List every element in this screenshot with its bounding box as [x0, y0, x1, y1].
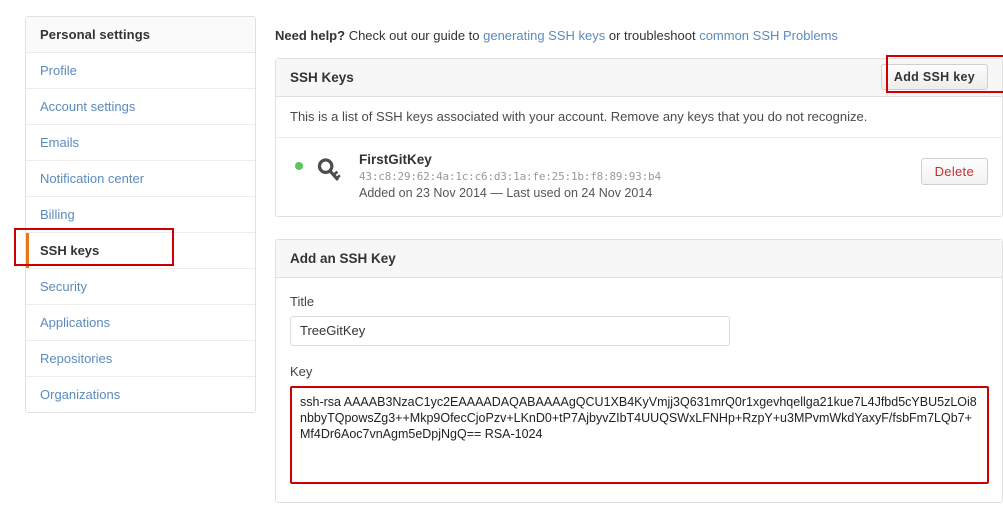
sidebar-item-label: Security [40, 279, 87, 294]
sidebar-item-label: Account settings [40, 99, 135, 114]
add-ssh-key-button[interactable]: Add SSH key [881, 64, 988, 90]
sidebar-item-account-settings[interactable]: Account settings [26, 89, 255, 125]
sidebar-item-label: Emails [40, 135, 79, 150]
sidebar-item-billing[interactable]: Billing [26, 197, 255, 233]
sidebar-header: Personal settings [26, 17, 255, 53]
delete-ssh-key-button[interactable]: Delete [921, 158, 988, 185]
sidebar-item-ssh-keys[interactable]: SSH keys [26, 233, 255, 269]
ssh-key-fingerprint: 43:c8:29:62:4a:1c:c6:d3:1a:fe:25:1b:f8:8… [359, 170, 921, 183]
sidebar-item-label: Billing [40, 207, 75, 222]
key-icon [315, 156, 345, 191]
ssh-keys-panel: SSH Keys Add SSH key This is a list of S… [275, 58, 1003, 217]
key-textarea[interactable] [290, 386, 989, 484]
ssh-key-name: FirstGitKey [359, 152, 921, 167]
ssh-key-list-item: FirstGitKey 43:c8:29:62:4a:1c:c6:d3:1a:f… [276, 138, 1002, 216]
sidebar-item-applications[interactable]: Applications [26, 305, 255, 341]
sidebar-item-organizations[interactable]: Organizations [26, 377, 255, 412]
main-content: Need help? Check out our guide to genera… [275, 16, 1003, 514]
help-text: Need help? Check out our guide to genera… [275, 28, 1003, 44]
sidebar-item-label: Notification center [40, 171, 144, 186]
sidebar-item-repositories[interactable]: Repositories [26, 341, 255, 377]
title-input[interactable] [290, 316, 730, 346]
help-text-bold: Need help? [275, 28, 345, 43]
ssh-key-details: FirstGitKey 43:c8:29:62:4a:1c:c6:d3:1a:f… [359, 152, 921, 200]
sidebar-item-emails[interactable]: Emails [26, 125, 255, 161]
sidebar-item-label: Profile [40, 63, 77, 78]
form-spacer [290, 346, 988, 364]
ssh-key-dates: Added on 23 Nov 2014 — Last used on 24 N… [359, 186, 921, 200]
link-common-ssh-problems[interactable]: common SSH Problems [699, 28, 838, 43]
sidebar-item-notification-center[interactable]: Notification center [26, 161, 255, 197]
delete-button-wrap: Delete [921, 152, 988, 185]
sidebar-item-label: SSH keys [40, 243, 99, 258]
add-ssh-key-form: Title Key [276, 278, 1002, 502]
sidebar-item-label: Applications [40, 315, 110, 330]
status-dot-icon [295, 162, 303, 170]
personal-settings-sidebar: Personal settings Profile Account settin… [25, 16, 256, 413]
sidebar-item-label: Repositories [40, 351, 112, 366]
ssh-keys-description: This is a list of SSH keys associated wi… [276, 97, 1002, 138]
link-generating-ssh-keys[interactable]: generating SSH keys [483, 28, 605, 43]
help-text-part1: Check out our guide to [345, 28, 483, 43]
add-ssh-key-panel-title: Add an SSH Key [290, 251, 396, 266]
key-textarea-wrap [290, 386, 988, 484]
sidebar-item-label: Organizations [40, 387, 120, 402]
sidebar-item-security[interactable]: Security [26, 269, 255, 305]
settings-page: Personal settings Profile Account settin… [0, 0, 1003, 514]
sidebar-item-profile[interactable]: Profile [26, 53, 255, 89]
help-text-part2: or troubleshoot [605, 28, 699, 43]
add-ssh-key-panel: Add an SSH Key Title Key [275, 239, 1003, 503]
ssh-keys-panel-title: SSH Keys [290, 70, 354, 85]
title-field-label: Title [290, 294, 988, 309]
key-field-label: Key [290, 364, 988, 379]
add-ssh-key-panel-header: Add an SSH Key [276, 240, 1002, 278]
ssh-keys-panel-header: SSH Keys Add SSH key [276, 59, 1002, 97]
